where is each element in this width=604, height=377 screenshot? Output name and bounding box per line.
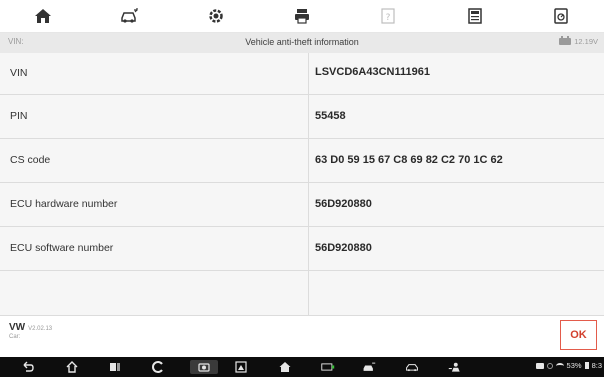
shop-manager-button[interactable] — [446, 360, 464, 374]
browser-c-icon — [152, 361, 163, 373]
status-tray: 53% 8:3 — [535, 361, 602, 370]
print-button[interactable] — [259, 0, 345, 32]
row-value: LSVCD6A43CN111961 — [315, 66, 430, 78]
settings-gear-icon — [208, 9, 223, 23]
technician-icon — [448, 362, 460, 372]
row-value: 56D920880 — [315, 198, 372, 210]
back-arrow-icon — [23, 361, 34, 372]
row-label: ECU software number — [10, 242, 114, 254]
screen-record-icon — [235, 361, 247, 373]
table-row: PIN 55458 — [0, 95, 604, 139]
column-divider — [308, 95, 309, 138]
home-nav-icon — [66, 361, 78, 373]
table-row: VIN LSVCD6A43CN111961 — [0, 53, 604, 95]
recent-apps-button[interactable] — [107, 360, 123, 374]
info-subheader: VIN: Vehicle anti-theft information 12.1… — [0, 33, 604, 53]
car-icon — [406, 364, 418, 372]
screen-record-button[interactable] — [233, 360, 249, 374]
settings-button[interactable] — [173, 0, 259, 32]
home-nav-button[interactable] — [64, 360, 80, 374]
vehicle-service-button[interactable] — [360, 360, 378, 374]
column-divider — [308, 271, 309, 315]
vehicle-swap-icon — [121, 8, 139, 23]
data-logging-button[interactable] — [518, 0, 604, 32]
message-icon — [535, 362, 544, 369]
clock: 8:3 — [591, 361, 602, 370]
row-label: CS code — [10, 154, 51, 166]
brand-name: VW — [9, 322, 26, 333]
row-value: 55458 — [315, 110, 346, 122]
row-label: PIN — [10, 110, 28, 122]
help-button[interactable]: ? — [345, 0, 431, 32]
vci-connector-icon — [321, 363, 335, 371]
vehicle-swap-button[interactable] — [86, 0, 172, 32]
print-icon — [294, 9, 309, 24]
android-nav-bar: 53% 8:3 — [0, 357, 604, 377]
table-row: CS code 63 D0 59 15 67 C8 69 82 C2 70 1C… — [0, 139, 604, 183]
home-shortcut-icon — [279, 362, 291, 372]
home-button[interactable] — [0, 0, 86, 32]
voltage-indicator: 12.19V — [559, 36, 598, 46]
sync-icon — [546, 362, 553, 369]
back-button[interactable] — [20, 360, 36, 374]
row-label: VIN — [10, 67, 28, 79]
browser-button[interactable] — [150, 360, 166, 374]
footer-bar: VW V2.02.13 Car: — [0, 315, 604, 357]
anti-theft-info-table: VIN LSVCD6A43CN111961 PIN 55458 CS code … — [0, 53, 604, 315]
vehicle-menu-button[interactable] — [403, 360, 421, 374]
wifi-icon — [555, 362, 564, 369]
column-divider — [308, 53, 309, 94]
car-battery-icon — [559, 36, 572, 45]
top-toolbar: ? — [0, 0, 604, 33]
car-service-icon — [363, 362, 376, 371]
voltage-value: 12.19V — [574, 37, 598, 46]
software-version: V2.02.13 — [28, 326, 53, 332]
save-file-icon — [467, 8, 482, 24]
table-row: ECU hardware number 56D920880 — [0, 183, 604, 227]
camera-icon — [198, 363, 210, 372]
screenshot-button[interactable] — [190, 360, 218, 374]
table-row — [0, 271, 604, 315]
column-divider — [308, 227, 309, 270]
column-divider — [308, 139, 309, 182]
column-divider — [308, 183, 309, 226]
car-label: Car: — [9, 334, 21, 340]
home-icon — [35, 9, 52, 23]
recent-apps-icon — [110, 363, 120, 371]
page-title: Vehicle anti-theft information — [245, 37, 359, 47]
vci-button[interactable] — [319, 360, 337, 374]
ok-button[interactable]: OK — [560, 320, 597, 350]
battery-icon — [584, 362, 589, 369]
vehicle-brand: VW V2.02.13 — [9, 322, 52, 333]
row-value: 63 D0 59 15 67 C8 69 82 C2 70 1C 62 — [315, 154, 503, 166]
maxisys-home-button[interactable] — [277, 360, 293, 374]
table-row: ECU software number 56D920880 — [0, 227, 604, 271]
data-logging-icon — [554, 8, 568, 24]
battery-percent: 53% — [566, 361, 582, 370]
save-button[interactable] — [431, 0, 517, 32]
svg-text:?: ? — [386, 13, 391, 23]
row-label: ECU hardware number — [10, 198, 118, 210]
help-icon: ? — [381, 8, 395, 24]
row-value: 56D920880 — [315, 242, 372, 254]
